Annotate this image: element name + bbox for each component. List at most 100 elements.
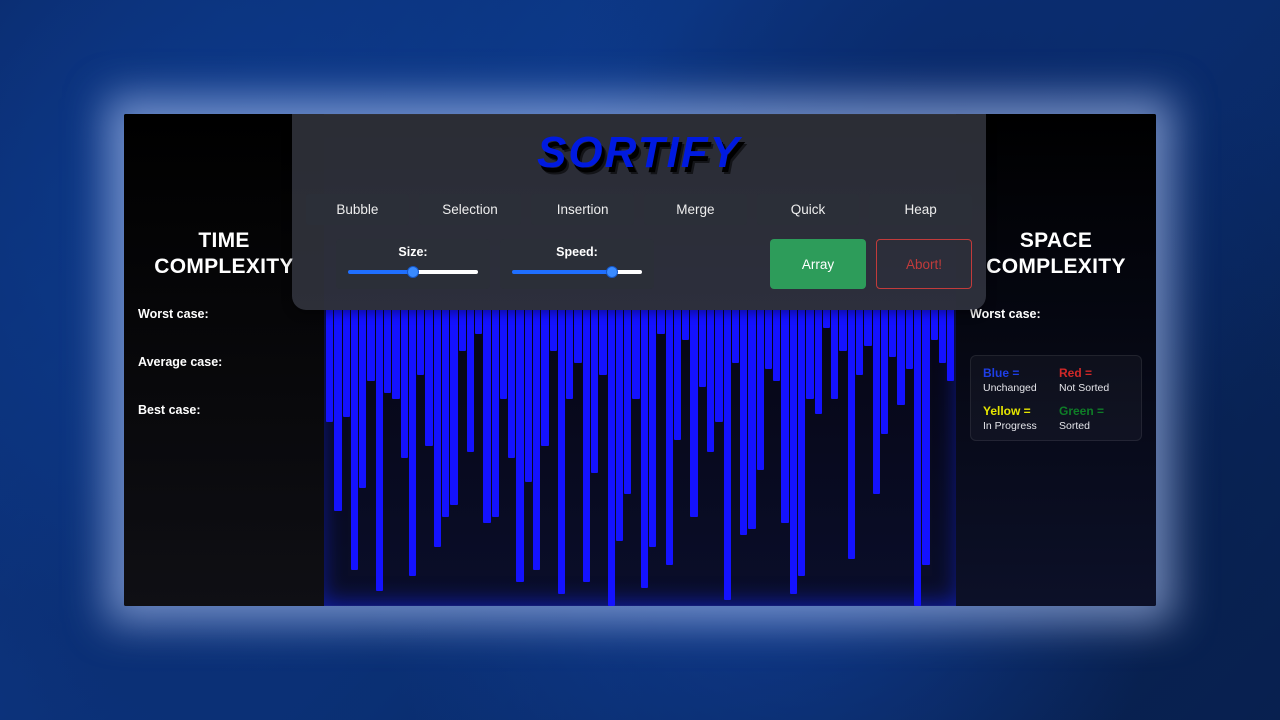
- array-bar: [881, 310, 888, 434]
- array-bar: [707, 310, 714, 452]
- space-complexity-heading: SPACE COMPLEXITY: [970, 228, 1142, 281]
- array-bar: [798, 310, 805, 576]
- array-bar: [492, 310, 499, 517]
- algo-button-insertion[interactable]: Insertion: [531, 194, 634, 225]
- speed-label: Speed:: [512, 245, 642, 259]
- array-bar: [442, 310, 449, 517]
- array-bar: [765, 310, 772, 369]
- legend-item: Yellow = In Progress: [983, 404, 1053, 432]
- array-bar: [682, 310, 689, 340]
- array-bar: [939, 310, 946, 363]
- array-bar: [839, 310, 846, 351]
- array-bar: [906, 310, 913, 369]
- array-bar: [806, 310, 813, 399]
- spacer: [664, 239, 760, 289]
- array-bar: [525, 310, 532, 482]
- array-bar: [947, 310, 954, 381]
- array-bar: [343, 310, 350, 417]
- array-bar: [657, 310, 664, 334]
- space-complexity-panel: SPACE COMPLEXITY Worst case: Blue = Uncha…: [956, 114, 1156, 606]
- legend-key: Yellow =: [983, 404, 1053, 418]
- array-bar: [690, 310, 697, 517]
- app-card: TIME COMPLEXITY Worst case: Average case:…: [124, 114, 1156, 606]
- controls-panel: SORTIFY Bubble Selection Insertion Merge Qui…: [292, 114, 986, 310]
- array-bar: [384, 310, 391, 393]
- array-bar: [649, 310, 656, 547]
- array-bar: [632, 310, 639, 399]
- speed-slider[interactable]: [512, 270, 642, 274]
- array-bar: [790, 310, 797, 594]
- array-bar: [666, 310, 673, 565]
- time-case-label: Worst case:: [138, 307, 310, 321]
- array-bar: [450, 310, 457, 505]
- algorithm-buttons-row: Bubble Selection Insertion Merge Quick Heap: [306, 194, 972, 225]
- array-bar: [351, 310, 358, 570]
- legend-item: Blue = Unchanged: [983, 366, 1053, 394]
- app-title: SORTIFY: [306, 128, 972, 178]
- array-bar: [583, 310, 590, 582]
- legend-key: Blue =: [983, 366, 1053, 380]
- legend-item: Red =Not Sorted: [1059, 366, 1129, 394]
- array-bar: [831, 310, 838, 399]
- algo-button-selection[interactable]: Selection: [419, 194, 522, 225]
- time-case-label: Average case:: [138, 355, 310, 369]
- color-legend: Blue = Unchanged Red =Not Sorted Yellow = In…: [970, 355, 1142, 441]
- array-bar: [550, 310, 557, 351]
- array-bar: [326, 310, 333, 422]
- size-slider-box: Size:: [336, 239, 490, 289]
- array-bar: [897, 310, 904, 405]
- algo-button-merge[interactable]: Merge: [644, 194, 747, 225]
- array-bar: [392, 310, 399, 399]
- algo-button-quick[interactable]: Quick: [757, 194, 860, 225]
- array-bar: [574, 310, 581, 363]
- array-bar: [748, 310, 755, 529]
- array-bar: [715, 310, 722, 422]
- time-complexity-heading: TIME COMPLEXITY: [138, 228, 310, 281]
- array-bar: [724, 310, 731, 600]
- array-bar: [599, 310, 606, 375]
- array-bar: [931, 310, 938, 340]
- array-bar: [417, 310, 424, 375]
- array-bar: [409, 310, 416, 576]
- legend-desc: In Progress: [983, 420, 1053, 432]
- array-bar: [864, 310, 871, 346]
- bars-chart: [324, 310, 956, 606]
- array-bar: [500, 310, 507, 399]
- array-bar: [459, 310, 466, 351]
- size-slider[interactable]: [348, 270, 478, 274]
- array-bar: [467, 310, 474, 452]
- array-bar: [823, 310, 830, 328]
- array-bar: [401, 310, 408, 458]
- array-bar: [334, 310, 341, 511]
- space-cases-list: Worst case:: [970, 307, 1142, 321]
- array-bar: [533, 310, 540, 570]
- array-bar: [475, 310, 482, 334]
- algo-button-heap[interactable]: Heap: [869, 194, 972, 225]
- array-bar: [616, 310, 623, 541]
- legend-desc: Sorted: [1059, 420, 1129, 432]
- legend-desc: Unchanged: [983, 382, 1053, 394]
- array-bar: [591, 310, 598, 473]
- array-bar: [856, 310, 863, 375]
- space-case-label: Worst case:: [970, 307, 1142, 321]
- array-bar: [873, 310, 880, 494]
- array-bar: [566, 310, 573, 399]
- time-case-label: Best case:: [138, 403, 310, 417]
- array-bar: [359, 310, 366, 488]
- time-cases-list: Worst case: Average case: Best case:: [138, 307, 310, 417]
- legend-item: Green =Sorted: [1059, 404, 1129, 432]
- array-bar: [889, 310, 896, 357]
- abort-button[interactable]: Abort!: [876, 239, 972, 289]
- array-bar: [624, 310, 631, 494]
- array-bar: [558, 310, 565, 594]
- algo-button-bubble[interactable]: Bubble: [306, 194, 409, 225]
- generate-array-button[interactable]: Array: [770, 239, 866, 289]
- array-bar: [732, 310, 739, 363]
- array-bar: [757, 310, 764, 470]
- array-bar: [541, 310, 548, 446]
- array-bar: [781, 310, 788, 523]
- array-bar: [848, 310, 855, 559]
- array-bar: [674, 310, 681, 440]
- array-bar: [699, 310, 706, 387]
- array-bar: [740, 310, 747, 535]
